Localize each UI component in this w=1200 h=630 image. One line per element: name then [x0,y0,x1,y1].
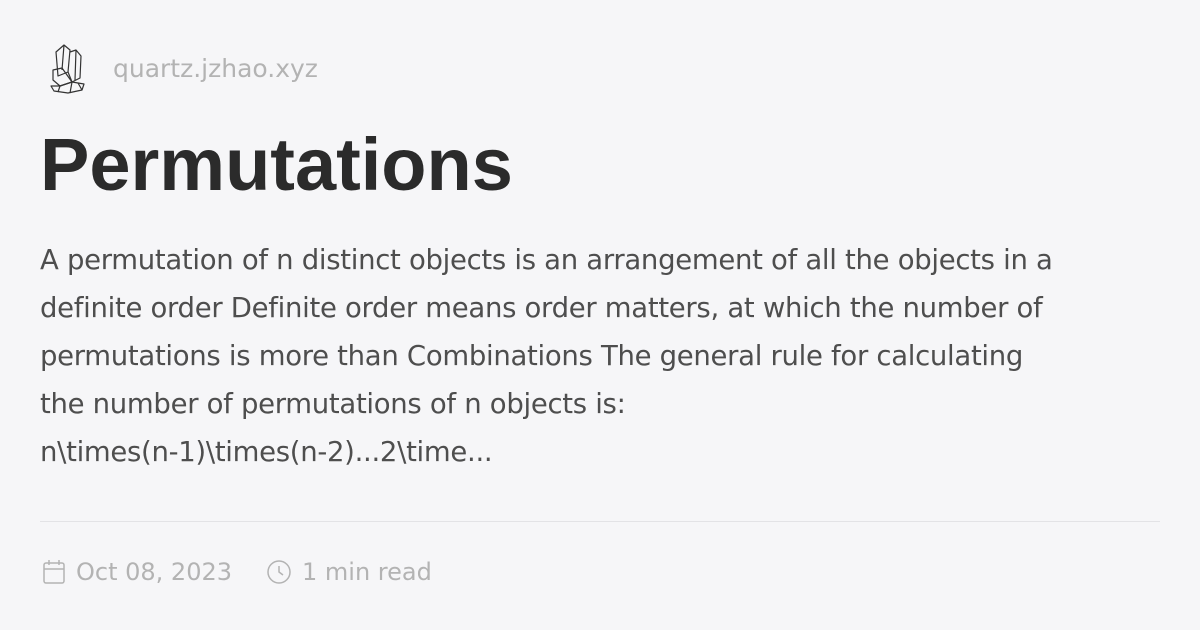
site-header: quartz.jzhao.xyz [48,42,318,94]
divider [40,521,1160,522]
page-title: Permutations [40,123,513,206]
description-line: n\times(n-1)\times(n-2)...2\time... [40,436,493,468]
description-line: definite order Definite order means orde… [40,292,1043,324]
clock-icon [267,560,291,584]
date-text: Oct 08, 2023 [76,558,232,586]
page-meta: Oct 08, 2023 1 min read [42,558,466,586]
crystal-icon [50,44,85,94]
site-name[interactable]: quartz.jzhao.xyz [113,54,318,83]
reading-time: 1 min read [266,558,432,586]
reading-time-text: 1 min read [302,558,432,586]
calendar-icon [43,560,65,584]
page-description: A permutation of n distinct objects is a… [40,236,1053,476]
publish-date: Oct 08, 2023 [42,558,232,586]
description-line: the number of permutations of n objects … [40,388,626,420]
description-line: permutations is more than Combinations T… [40,340,1024,372]
description-line: A permutation of n distinct objects is a… [40,244,1053,276]
